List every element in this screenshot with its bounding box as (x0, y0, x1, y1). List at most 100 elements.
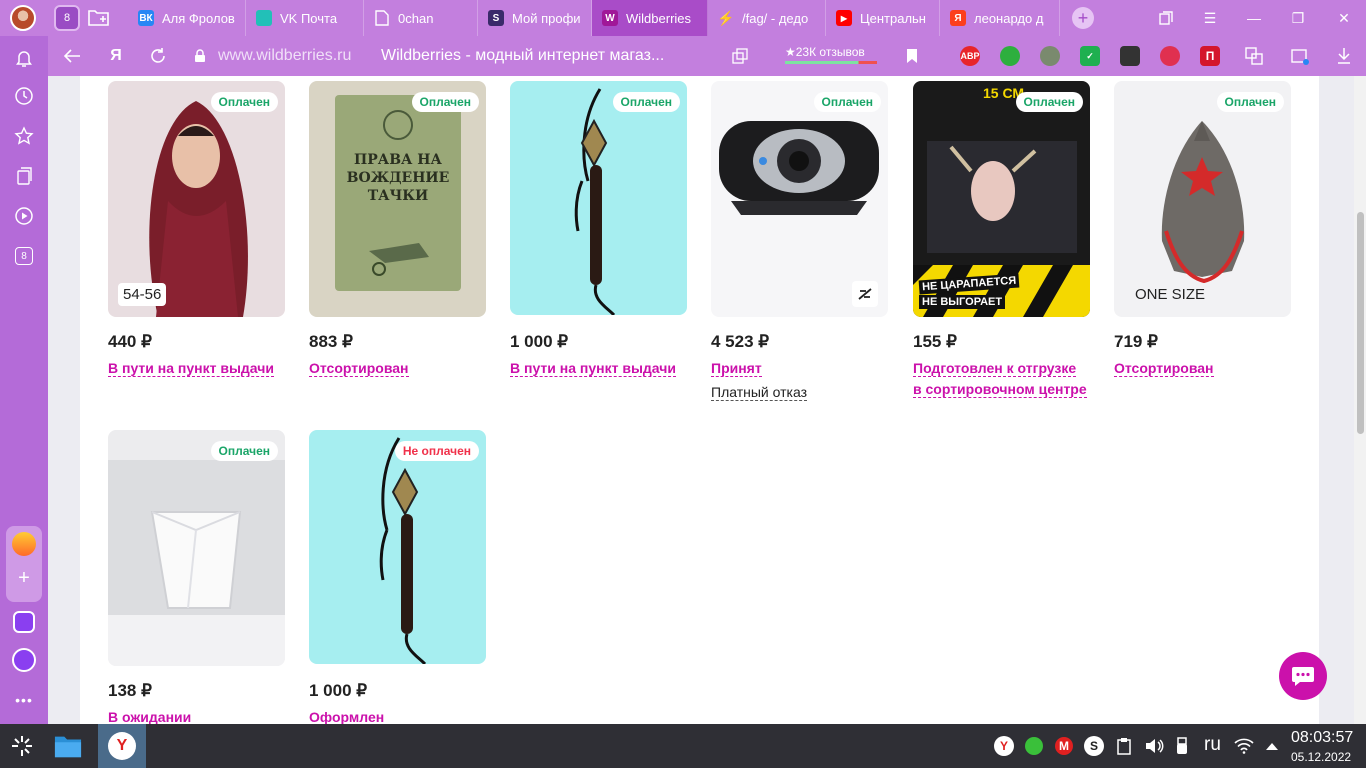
passport-cover-text: ПРАВА НА ВОЖДЕНИЕ ТАЧКИ (346, 152, 450, 204)
collections-icon[interactable] (1156, 8, 1176, 28)
mega-tray-icon[interactable]: M (1054, 736, 1074, 756)
order-card[interactable]: Не оплачен 1 000 ₽ Оформлен (309, 430, 486, 724)
alice-app-icon[interactable] (12, 610, 36, 634)
clock-time[interactable]: 08:03:57 (1291, 729, 1353, 747)
delivery-status[interactable]: Отсортирован (1114, 360, 1214, 377)
order-card[interactable]: 15 СМ НЕ ЦАРАПАЕТСЯ НЕ ВЫГОРАЕТ Оплачен … (913, 81, 1090, 400)
product-image-keychain[interactable]: Оплачен (510, 81, 687, 315)
new-tab-button[interactable]: + (1072, 7, 1094, 29)
shield-extension-icon[interactable]: ✓ (1080, 46, 1100, 66)
yandex-icon: Я (950, 10, 966, 26)
product-image-scarf[interactable]: Оплачен 54-56 (108, 81, 285, 317)
volume-tray-icon[interactable] (1144, 736, 1164, 756)
reviews-rating-bar (785, 61, 877, 64)
product-image-keychain[interactable]: Не оплачен (309, 430, 486, 664)
adblock-extension-icon[interactable]: ABP (960, 46, 980, 66)
app-launcher-icon[interactable] (8, 732, 36, 760)
globe-extension-icon[interactable] (1040, 46, 1060, 66)
evernote-extension-icon[interactable] (1000, 46, 1020, 66)
chat-support-button[interactable] (1279, 652, 1327, 700)
video-icon[interactable] (12, 204, 36, 228)
tab-counter-icon[interactable]: 8 (12, 244, 36, 268)
download-icon[interactable] (1334, 46, 1354, 66)
product-price: 719 ₽ (1114, 332, 1158, 351)
tab-profile[interactable]: S Мой профи (478, 0, 592, 36)
yandex-tray-icon[interactable]: Y (994, 736, 1014, 756)
menu-icon[interactable]: ☰ (1200, 8, 1220, 28)
tab-vk-mail[interactable]: VK Почта (246, 0, 364, 36)
clover-tray-icon[interactable] (1024, 736, 1044, 756)
tab-wildberries[interactable]: W Wildberries (592, 0, 708, 36)
close-icon[interactable]: ✕ (1334, 8, 1354, 28)
page-scrollbar[interactable] (1354, 76, 1366, 724)
reload-icon[interactable] (148, 46, 168, 66)
pi-extension-icon[interactable]: П (1200, 46, 1220, 66)
order-card[interactable]: Оплачен 54-56 440 ₽ В пути на пункт выда… (108, 81, 285, 378)
payment-status-badge: Оплачен (1216, 92, 1284, 112)
scroll-thumb[interactable] (1357, 212, 1364, 434)
delivery-status[interactable]: Оформлен (309, 709, 385, 724)
alice-icon[interactable] (12, 648, 36, 672)
wildberries-icon: W (602, 10, 618, 26)
reviews-badge[interactable]: ★23К отзывов (785, 45, 865, 59)
delivery-status[interactable]: Принят (711, 360, 762, 377)
no-return-icon[interactable] (852, 281, 878, 307)
clipboard-tray-icon[interactable] (1114, 736, 1134, 756)
checkered-extension-icon[interactable] (1120, 46, 1140, 66)
product-image-poster[interactable]: 15 СМ НЕ ЦАРАПАЕТСЯ НЕ ВЫГОРАЕТ Оплачен (913, 81, 1090, 317)
tab-counter[interactable]: 8 (54, 5, 80, 31)
delivery-status[interactable]: В пути на пункт выдачи (510, 360, 676, 377)
lock-icon[interactable] (190, 46, 210, 66)
delivery-status[interactable]: В ожидании (108, 709, 192, 724)
order-card[interactable]: Оплачен 138 ₽ В ожидании (108, 430, 285, 724)
clock-date[interactable]: 05.12.2022 (1291, 750, 1351, 764)
tab-label: Мой профи (512, 10, 581, 26)
tab-yandex[interactable]: Я леонардо д (940, 0, 1060, 36)
delivery-status[interactable]: Подготовлен к отгрузке в сортировочном ц… (913, 360, 1087, 398)
bug-extension-icon[interactable] (1160, 46, 1180, 66)
product-image-budenovka-hat[interactable]: ONE SIZE Оплачен (1114, 81, 1291, 317)
wifi-tray-icon[interactable] (1234, 736, 1254, 756)
folder-add-icon[interactable] (88, 8, 110, 26)
paid-refusal-link[interactable]: Платный отказ (711, 384, 807, 401)
delivery-status[interactable]: Отсортирован (309, 360, 409, 377)
url-text[interactable]: www.wildberries.ru (218, 47, 351, 65)
more-icon[interactable]: ••• (12, 688, 36, 712)
mail-app-icon[interactable] (12, 532, 36, 556)
product-image-trash-bin[interactable]: Оплачен (108, 430, 285, 666)
tab-fag[interactable]: ⚡ /fag/ - дедо (708, 0, 826, 36)
history-icon[interactable] (12, 84, 36, 108)
product-image-webcam[interactable]: Оплачен (711, 81, 888, 317)
skype-tray-icon[interactable]: S (1084, 736, 1104, 756)
add-app-icon[interactable]: + (12, 566, 36, 590)
order-card[interactable]: ПРАВА НА ВОЖДЕНИЕ ТАЧКИ Оплачен 883 ₽ От… (309, 81, 486, 378)
copy-link-icon[interactable] (730, 46, 750, 66)
keyboard-language[interactable]: ru (1204, 734, 1221, 756)
address-bar: Я www.wildberries.ru Wildberries - модны… (48, 36, 1366, 76)
yandex-browser-taskbar-icon[interactable]: Y (108, 732, 136, 760)
profile-avatar[interactable] (10, 5, 36, 31)
order-card[interactable]: ONE SIZE Оплачен 719 ₽ Отсортирован (1114, 81, 1291, 378)
restore-icon[interactable]: ❐ (1288, 8, 1308, 28)
bookmark-icon[interactable] (902, 46, 922, 66)
minimize-icon[interactable]: — (1244, 8, 1264, 28)
notifications-icon[interactable] (12, 46, 36, 70)
back-arrow-icon[interactable] (62, 46, 82, 66)
yandex-logo-icon[interactable]: Я (106, 46, 126, 66)
tab-0chan[interactable]: 0chan (364, 0, 478, 36)
order-card[interactable]: Оплачен 4 523 ₽ Принят Платный отказ (711, 81, 888, 402)
usb-tray-icon[interactable] (1172, 736, 1192, 756)
delivery-status[interactable]: В пути на пункт выдачи (108, 360, 274, 377)
tray-expand-icon[interactable] (1262, 736, 1282, 756)
collections-icon[interactable] (12, 164, 36, 188)
translate-icon[interactable] (1244, 46, 1264, 66)
product-image-passport-cover[interactable]: ПРАВА НА ВОЖДЕНИЕ ТАЧКИ Оплачен (309, 81, 486, 317)
tab-youtube[interactable]: ▶ Центральн (826, 0, 940, 36)
page-content: Оплачен 54-56 440 ₽ В пути на пункт выда… (48, 76, 1354, 724)
bookmarks-star-icon[interactable] (12, 124, 36, 148)
screenshot-icon[interactable] (1290, 46, 1310, 66)
tab-vk-profile[interactable]: ВК Аля Фролов (128, 0, 246, 36)
file-manager-icon[interactable] (54, 732, 82, 760)
order-card[interactable]: Оплачен 1 000 ₽ В пути на пункт выдачи (510, 81, 687, 378)
payment-status-badge: Оплачен (612, 92, 680, 112)
